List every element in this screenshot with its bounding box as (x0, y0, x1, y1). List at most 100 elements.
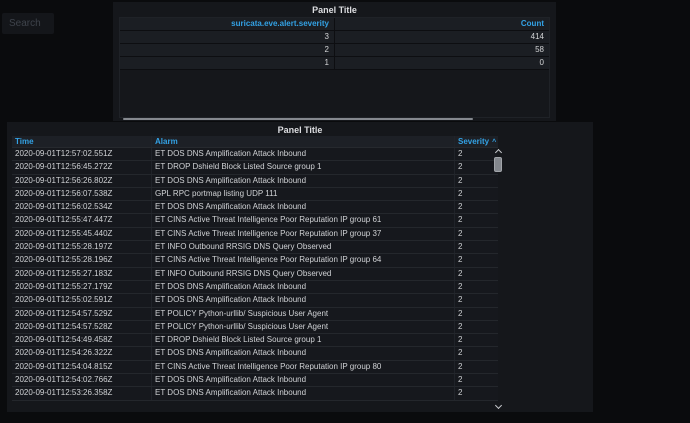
table-cell: ET CINS Active Threat Intelligence Poor … (152, 360, 455, 374)
table-cell: ET DROP Dshield Block Listed Source grou… (152, 334, 455, 347)
table-body: 3 414 2 58 1 0 (120, 31, 549, 70)
scroll-up-icon[interactable] (494, 148, 503, 157)
column-header-severity[interactable]: suricata.eve.alert.severity (120, 18, 335, 30)
table-cell: 0 (539, 58, 544, 67)
table-cell: 2 (458, 375, 463, 385)
table-cell: ET DOS DNS Amplification Attack Inbound (152, 174, 455, 187)
table-row: 2020-09-01T12:54:49.458Z ET DROP Dshield … (12, 334, 498, 348)
table-cell: ET POLICY Python-urllib/ Suspicious User… (152, 320, 455, 334)
horizontal-scrollbar[interactable] (123, 118, 473, 120)
table-row: 2020-09-01T12:54:26.322Z ET DOS DNS Ampli… (12, 347, 498, 361)
table-cell: 2 (458, 308, 463, 318)
table-cell: 3 (120, 31, 335, 43)
table-row: 2020-09-01T12:55:47.447Z ET CINS Active T… (12, 214, 498, 228)
table-row: 2020-09-01T12:56:07.538Z GPL RPC portmap … (12, 187, 498, 202)
scrollbar-thumb[interactable] (494, 157, 502, 172)
table-cell: ET DOS DNS Amplification Attack Inbound (152, 387, 455, 400)
table-cell: ET DOS DNS Amplification Attack Inbound (152, 280, 455, 294)
table-row: 2020-09-01T12:54:57.529Z ET POLICY Python… (12, 307, 498, 321)
table-row: 2020-09-01T12:56:45.272Z ET DROP Dshield … (12, 161, 498, 175)
column-header-time[interactable]: Time (12, 136, 152, 147)
table-cell: 2 (458, 281, 463, 291)
table-row: 2020-09-01T12:55:45.440Z ET CINS Active T… (12, 227, 498, 242)
vertical-scrollbar[interactable] (493, 148, 504, 410)
table-cell: 2020-09-01T12:55:02.591Z (12, 294, 152, 307)
table-row: 2020-09-01T12:56:26.802Z ET DOS DNS Ampli… (12, 174, 498, 188)
table-cell: 2 (458, 321, 463, 331)
table-cell: ET DOS DNS Amplification Attack Inbound (152, 201, 455, 214)
table-cell: 2 (458, 361, 463, 371)
table-cell: 2 (458, 335, 463, 345)
table-row: 2020-09-01T12:57:02.551Z ET DOS DNS Ampli… (12, 148, 498, 162)
column-header-count[interactable]: Count (335, 18, 549, 30)
table-cell: 2020-09-01T12:55:47.447Z (12, 214, 152, 227)
severity-count-table: suricata.eve.alert.severity Count 3 414 2 5… (119, 17, 550, 118)
table-cell: 2020-09-01T12:55:28.196Z (12, 254, 152, 267)
column-header-severity-label: Severity (458, 137, 490, 146)
table-row: 2020-09-01T12:56:02.534Z ET DOS DNS Ampli… (12, 201, 498, 215)
table-cell: ET DOS DNS Amplification Attack Inbound (152, 294, 455, 307)
table-row: 2020-09-01T12:54:04.815Z ET CINS Active T… (12, 360, 498, 375)
table-cell: ET CINS Active Threat Intelligence Poor … (152, 214, 455, 227)
table-cell: GPL RPC portmap listing UDP 111 (152, 187, 455, 201)
table-cell: ET CINS Active Threat Intelligence Poor … (152, 227, 455, 241)
table-row: 2020-09-01T12:55:27.179Z ET DOS DNS Ampli… (12, 280, 498, 295)
column-header-severity[interactable]: Severity ^ (455, 136, 498, 147)
table-cell: 2020-09-01T12:53:26.358Z (12, 387, 152, 400)
table-cell: 2 (458, 175, 463, 185)
table-cell: 2 (458, 228, 463, 238)
table-row: 2020-09-01T12:54:57.528Z ET POLICY Python… (12, 320, 498, 335)
alerts-table: Time Alarm Severity ^ 2020-09-01T12:57:02… (12, 136, 498, 401)
table-cell: 2 (458, 149, 463, 158)
table-cell: 2020-09-01T12:54:26.322Z (12, 347, 152, 360)
table-row: 2 58 (120, 44, 549, 57)
table-cell: 2 (458, 255, 463, 265)
table-row: 2020-09-01T12:55:02.591Z ET DOS DNS Ampli… (12, 294, 498, 308)
table-cell: ET DOS DNS Amplification Attack Inbound (152, 374, 455, 387)
table-cell: 2020-09-01T12:56:02.534Z (12, 201, 152, 214)
table-cell: 2020-09-01T12:54:49.458Z (12, 334, 152, 347)
table-row: 2020-09-01T12:55:27.183Z ET INFO Outbound… (12, 267, 498, 281)
table-cell: 2020-09-01T12:55:27.179Z (12, 280, 152, 294)
table-row: 2020-09-01T12:55:28.197Z ET INFO Outbound… (12, 241, 498, 255)
table-cell: 2 (458, 162, 463, 172)
table-cell: 2020-09-01T12:55:45.440Z (12, 227, 152, 241)
table-cell: 2 (458, 388, 463, 398)
table-cell: 2 (458, 202, 463, 212)
table-cell: ET DOS DNS Amplification Attack Inbound (152, 347, 455, 360)
search-input[interactable]: Search (2, 13, 54, 34)
table-cell: 2020-09-01T12:54:02.766Z (12, 374, 152, 387)
sort-asc-icon: ^ (492, 139, 497, 146)
panel-title[interactable]: Panel Title (7, 124, 593, 136)
table-header-row: suricata.eve.alert.severity Count (120, 18, 549, 31)
table-cell: 2020-09-01T12:54:57.528Z (12, 320, 152, 334)
table-cell: ET INFO Outbound RRSIG DNS Query Observe… (152, 241, 455, 254)
table-cell: 2020-09-01T12:55:27.183Z (12, 267, 152, 280)
table-cell: ET POLICY Python-urllib/ Suspicious User… (152, 307, 455, 320)
table-row: 2020-09-01T12:53:26.358Z ET DOS DNS Ampli… (12, 387, 498, 401)
table-cell: 2020-09-01T12:54:57.529Z (12, 307, 152, 320)
table-cell: 2 (458, 242, 463, 252)
severity-count-panel: Panel Title suricata.eve.alert.severity … (113, 2, 556, 121)
table-cell: 58 (535, 45, 544, 54)
table-cell: 2 (458, 295, 463, 305)
table-cell: 2 (458, 268, 463, 278)
table-cell: 414 (530, 32, 544, 41)
table-cell: ET CINS Active Threat Intelligence Poor … (152, 254, 455, 267)
table-row: 3 414 (120, 31, 549, 44)
scroll-down-icon[interactable] (494, 401, 503, 410)
table-cell: 2 (458, 188, 463, 198)
table-row: 2020-09-01T12:55:28.196Z ET CINS Active T… (12, 254, 498, 268)
table-header-row: Time Alarm Severity ^ (12, 136, 498, 148)
column-header-alarm[interactable]: Alarm (152, 136, 455, 147)
table-cell: ET INFO Outbound RRSIG DNS Query Observe… (152, 267, 455, 280)
panel-title[interactable]: Panel Title (113, 4, 556, 16)
table-cell: 2 (458, 215, 463, 225)
table-cell: 2020-09-01T12:56:45.272Z (12, 161, 152, 174)
table-cell: 2020-09-01T12:57:02.551Z (12, 148, 152, 161)
table-row: 10 (120, 57, 549, 70)
table-cell: 2020-09-01T12:56:07.538Z (12, 187, 152, 201)
table-body: 2020-09-01T12:57:02.551Z ET DOS DNS Ampli… (12, 148, 498, 401)
table-cell: 2020-09-01T12:55:28.197Z (12, 241, 152, 254)
table-cell: 2 (458, 348, 463, 358)
